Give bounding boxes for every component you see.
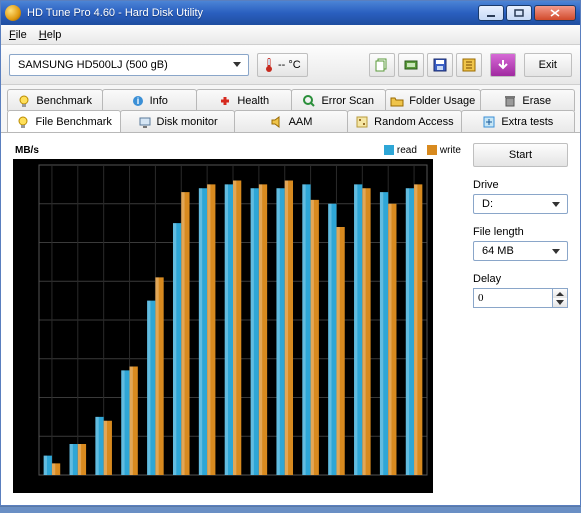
svg-text:0.5: 0.5: [46, 481, 59, 491]
svg-text:i: i: [136, 96, 139, 106]
monitor-icon: [138, 115, 152, 129]
screenshot-button[interactable]: [398, 53, 424, 77]
legend-swatch-write: [427, 145, 437, 155]
svg-text:10: 10: [25, 431, 35, 441]
svg-text:50: 50: [25, 276, 35, 286]
tab-folder-usage[interactable]: Folder Usage: [385, 89, 481, 111]
svg-text:60: 60: [25, 238, 35, 248]
delay-input[interactable]: [473, 288, 553, 308]
chevron-down-icon: [549, 244, 563, 258]
chart-y-unit: MB/s: [15, 145, 39, 156]
svg-text:1: 1: [75, 481, 80, 491]
svg-text:2048: 2048: [352, 481, 372, 491]
copy-icon: [375, 58, 389, 72]
health-icon: [218, 94, 232, 108]
tab-benchmark[interactable]: Benchmark: [7, 89, 103, 111]
save-button[interactable]: [427, 53, 453, 77]
svg-text:30: 30: [25, 354, 35, 364]
tab-info[interactable]: iInfo: [102, 89, 198, 111]
legend-swatch-read: [384, 145, 394, 155]
tab-file-benchmark[interactable]: File Benchmark: [7, 110, 121, 132]
options-button[interactable]: [456, 53, 482, 77]
down-arrow-icon: [497, 59, 509, 71]
svg-text:8: 8: [153, 481, 158, 491]
random-icon: [355, 115, 369, 129]
screenshot-icon: [404, 58, 418, 72]
svg-text:64: 64: [228, 481, 238, 491]
svg-text:16: 16: [176, 481, 186, 491]
copy-button[interactable]: [369, 53, 395, 77]
drive-letter-select[interactable]: D:: [473, 194, 568, 214]
tab-row-1: BenchmarkiInfoHealthError ScanFolder Usa…: [1, 85, 580, 111]
svg-text:40: 40: [25, 315, 35, 325]
bulb-icon: [17, 94, 31, 108]
file-bench-icon: [16, 115, 30, 129]
svg-text:128: 128: [251, 481, 266, 491]
file-length-select[interactable]: 64 MB: [473, 241, 568, 261]
tab-row-2: File BenchmarkDisk monitorAAMRandom Acce…: [1, 110, 580, 133]
svg-text:4: 4: [127, 481, 132, 491]
titlebar[interactable]: HD Tune Pro 4.60 - Hard Disk Utility: [1, 1, 580, 25]
chart-legend: read write: [384, 145, 461, 156]
svg-text:80: 80: [25, 160, 35, 170]
svg-text:70: 70: [25, 199, 35, 209]
save-icon: [433, 58, 447, 72]
speaker-icon: [270, 115, 284, 129]
thermometer-icon: [264, 57, 274, 73]
folder-icon: [390, 94, 404, 108]
delay-spin-down[interactable]: [553, 298, 567, 307]
exit-button[interactable]: Exit: [524, 53, 572, 77]
chart-canvas: 10 20 30 40 50 60 70 80 0.5 1 2 4 8 16 32 64 128 256 512 10…: [13, 159, 433, 493]
svg-text:8192: 8192: [404, 481, 424, 491]
tab-health[interactable]: Health: [196, 89, 292, 111]
tab-random-access[interactable]: Random Access: [347, 110, 461, 132]
tab-error-scan[interactable]: Error Scan: [291, 89, 387, 111]
temperature-display: -- °C: [257, 53, 308, 77]
app-icon: [5, 5, 21, 21]
tab-extra-tests[interactable]: Extra tests: [461, 110, 575, 132]
options-icon: [462, 58, 476, 72]
temperature-value: -- °C: [278, 59, 301, 71]
svg-text:2: 2: [101, 481, 106, 491]
extra-icon: [482, 115, 496, 129]
menubar: File Help: [1, 25, 580, 45]
tab-aam[interactable]: AAM: [234, 110, 348, 132]
svg-text:4096: 4096: [378, 481, 398, 491]
delay-spinner[interactable]: [473, 288, 568, 308]
drive-select[interactable]: SAMSUNG HD500LJ (500 gB): [9, 54, 249, 76]
chevron-down-icon: [230, 58, 244, 72]
drive-select-value: SAMSUNG HD500LJ (500 gB): [18, 59, 222, 71]
svg-text:512: 512: [303, 481, 318, 491]
delay-spin-up[interactable]: [553, 289, 567, 298]
menu-help[interactable]: Help: [39, 29, 62, 41]
chevron-down-icon: [549, 197, 563, 211]
delay-label: Delay: [473, 273, 568, 285]
info-icon: i: [131, 94, 145, 108]
toolbar: SAMSUNG HD500LJ (500 gB) -- °C Exit: [1, 45, 580, 85]
search-icon: [302, 94, 316, 108]
svg-text:256: 256: [277, 481, 292, 491]
maximize-button[interactable]: [506, 5, 532, 21]
tab-disk-monitor[interactable]: Disk monitor: [120, 110, 234, 132]
trash-icon: [503, 94, 517, 108]
start-button[interactable]: Start: [473, 143, 568, 167]
menu-file[interactable]: File: [9, 29, 27, 41]
tab-erase[interactable]: Erase: [480, 89, 576, 111]
minimize-button[interactable]: [478, 5, 504, 21]
refresh-button[interactable]: [490, 53, 516, 77]
svg-text:1024: 1024: [326, 481, 346, 491]
filelen-label: File length: [473, 226, 568, 238]
drive-label: Drive: [473, 179, 568, 191]
window-title: HD Tune Pro 4.60 - Hard Disk Utility: [27, 7, 476, 19]
svg-text:32: 32: [202, 481, 212, 491]
svg-text:20: 20: [25, 393, 35, 403]
close-button[interactable]: [534, 5, 576, 21]
